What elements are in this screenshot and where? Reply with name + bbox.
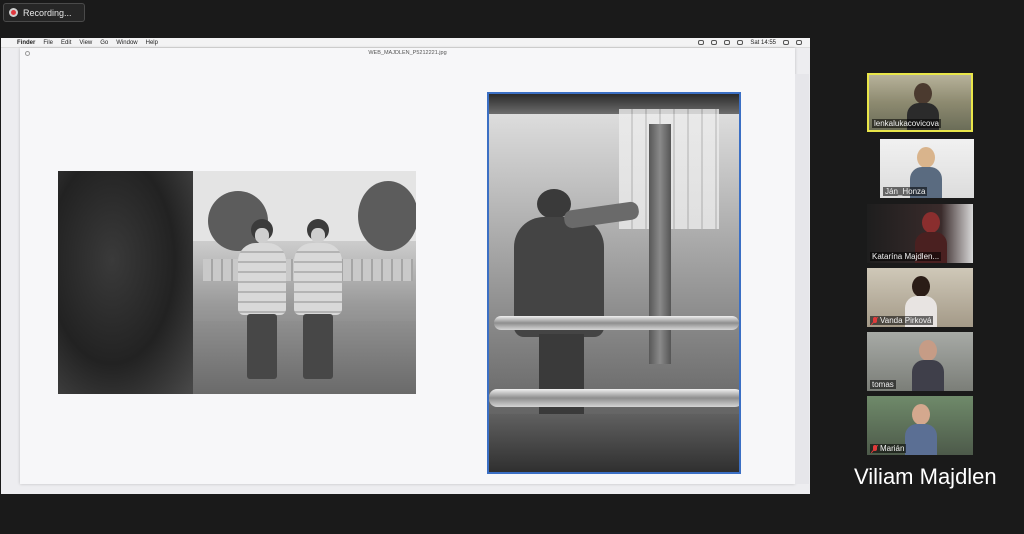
participant-tile[interactable]: tomas: [867, 332, 973, 391]
image-viewer-window: WEB_MAJDLEN_P5212221.jpg: [20, 48, 795, 484]
participant-name: Ján_Honza: [885, 187, 926, 196]
desktop-background-strip: [795, 74, 809, 484]
participant-name: lenkalukacovicova: [874, 119, 939, 128]
mic-muted-icon: [872, 444, 878, 453]
mac-menubar: Finder File Edit View Go Window Help Sat…: [1, 38, 810, 48]
menu-view[interactable]: View: [79, 40, 92, 46]
menu-file[interactable]: File: [43, 40, 53, 46]
avatar: [905, 404, 937, 455]
recording-label: Recording...: [23, 7, 72, 18]
mic-muted-icon: [872, 316, 878, 325]
menubar-clock[interactable]: Sat 14:55: [750, 40, 776, 46]
viewer-filename: WEB_MAJDLEN_P5212221.jpg: [368, 50, 447, 56]
participant-name: Marián: [880, 444, 905, 453]
wifi-icon[interactable]: [724, 40, 731, 45]
participant-name: Vanda Pirková: [880, 316, 932, 325]
menu-edit[interactable]: Edit: [61, 40, 71, 46]
viewer-titlebar: WEB_MAJDLEN_P5212221.jpg: [20, 48, 795, 59]
menu-go[interactable]: Go: [100, 40, 108, 46]
bluetooth-icon[interactable]: [711, 40, 718, 45]
participant-tile[interactable]: Vanda Pirková: [867, 268, 973, 327]
active-speaker-name: Viliam Majdlen: [854, 464, 997, 489]
avatar: [912, 340, 944, 391]
spotlight-icon[interactable]: [783, 40, 789, 45]
participant-tile[interactable]: Katarína Majdlen...: [867, 204, 973, 263]
photo-double-portrait: [58, 171, 416, 394]
participant-name: tomas: [872, 380, 894, 389]
photo-glass-reflection: [487, 92, 741, 474]
time-machine-icon[interactable]: [698, 40, 705, 45]
menu-help[interactable]: Help: [146, 40, 158, 46]
participant-tile[interactable]: Marián: [867, 396, 973, 455]
recording-indicator[interactable]: Recording...: [3, 3, 85, 22]
participant-tile[interactable]: lenkalukacovicova: [867, 73, 973, 132]
control-center-icon[interactable]: [796, 40, 802, 45]
record-icon: [9, 8, 18, 17]
menu-window[interactable]: Window: [116, 40, 137, 46]
zoom-window: Recording... Finder File Edit View Go Wi…: [0, 0, 1024, 534]
menu-finder[interactable]: Finder: [17, 40, 35, 46]
participant-tile[interactable]: Ján_Honza: [880, 139, 974, 198]
battery-icon[interactable]: [737, 40, 744, 45]
participant-name: Katarína Majdlen...: [872, 252, 940, 261]
close-icon[interactable]: [25, 51, 30, 56]
shared-screen: Finder File Edit View Go Window Help Sat…: [1, 38, 810, 494]
